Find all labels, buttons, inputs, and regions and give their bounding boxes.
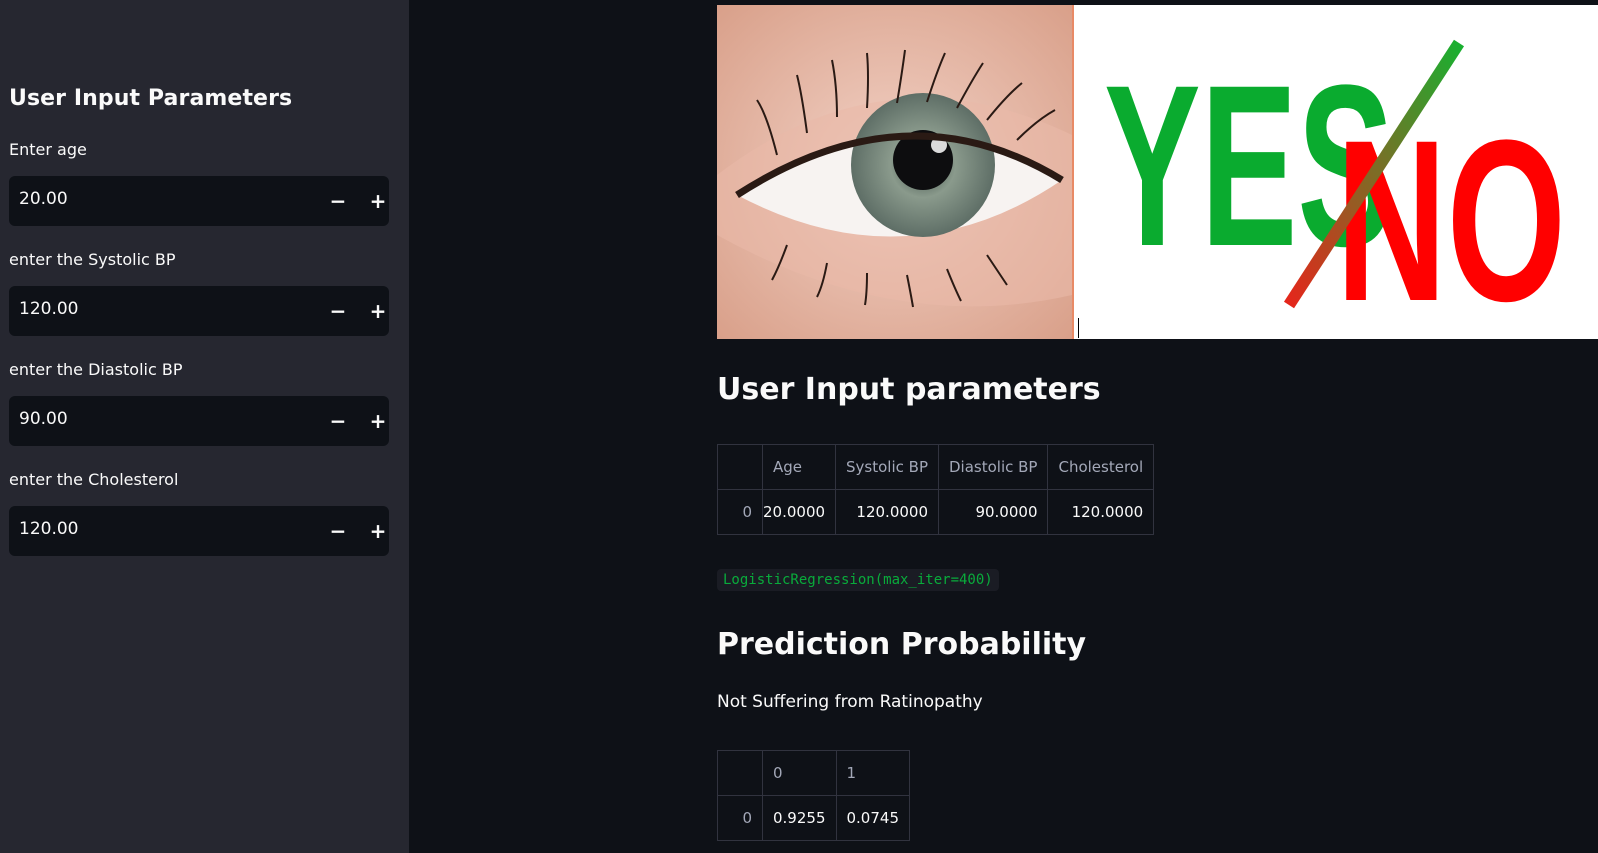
column-header[interactable] (717, 444, 763, 490)
table-cell: 120.0000 (1047, 489, 1155, 535)
cholesterol-number-input[interactable]: 120.00 − + (9, 506, 389, 556)
cholesterol-value[interactable]: 120.00 (19, 519, 78, 539)
diastolic-bp-value[interactable]: 90.00 (19, 409, 68, 429)
age-decrement-button[interactable]: − (319, 176, 357, 226)
systolic-bp-increment-button[interactable]: + (359, 286, 397, 336)
text-cursor (1078, 318, 1079, 338)
eye-illustration (717, 5, 1072, 339)
hero-image: YES NO (717, 5, 1598, 339)
diastolic-bp-number-input[interactable]: 90.00 − + (9, 396, 389, 446)
no-text: NO (1336, 92, 1566, 339)
table-row: 0 20.0000 120.0000 90.0000 120.0000 (717, 489, 1155, 535)
column-header[interactable]: Cholesterol (1047, 444, 1155, 490)
sidebar-title: User Input Parameters (9, 86, 293, 111)
systolic-bp-decrement-button[interactable]: − (319, 286, 357, 336)
table-header-row: Age Systolic BP Diastolic BP Cholesterol (717, 444, 1155, 490)
cholesterol-increment-button[interactable]: + (359, 506, 397, 556)
table-row: 0 0.9255 0.0745 (717, 795, 910, 841)
probability-table: 0 1 0 0.9255 0.0745 (717, 750, 910, 841)
table-cell: 0.0745 (835, 795, 910, 841)
input-params-table: Age Systolic BP Diastolic BP Cholesterol… (717, 444, 1155, 535)
yes-no-graphic: YES NO (1104, 37, 1566, 339)
row-index: 0 (717, 489, 763, 535)
table-cell: 20.0000 (761, 489, 837, 535)
table-cell: 0.9255 (762, 795, 837, 841)
column-header[interactable]: Systolic BP (835, 444, 939, 490)
age-value[interactable]: 20.00 (19, 189, 68, 209)
table-cell: 120.0000 (835, 489, 939, 535)
cholesterol-decrement-button[interactable]: − (319, 506, 357, 556)
prediction-heading: Prediction Probability (717, 627, 1087, 662)
table-cell: 90.0000 (937, 489, 1049, 535)
model-code: LogisticRegression(max_iter=400) (717, 569, 999, 591)
systolic-bp-label: enter the Systolic BP (9, 250, 176, 269)
row-index: 0 (717, 795, 763, 841)
prediction-result-text: Not Suffering from Ratinopathy (717, 692, 983, 712)
age-label: Enter age (9, 140, 87, 159)
age-increment-button[interactable]: + (359, 176, 397, 226)
column-header[interactable]: 1 (835, 750, 910, 796)
table-header-row: 0 1 (717, 750, 910, 796)
diastolic-bp-increment-button[interactable]: + (359, 396, 397, 446)
sidebar: User Input Parameters Enter age 20.00 − … (0, 0, 409, 853)
diastolic-bp-label: enter the Diastolic BP (9, 360, 183, 379)
yes-no-image: YES NO (1074, 5, 1598, 339)
column-header[interactable] (717, 750, 763, 796)
eye-image (717, 5, 1074, 339)
systolic-bp-number-input[interactable]: 120.00 − + (9, 286, 389, 336)
diastolic-bp-decrement-button[interactable]: − (319, 396, 357, 446)
systolic-bp-value[interactable]: 120.00 (19, 299, 78, 319)
column-header[interactable]: 0 (762, 750, 837, 796)
column-header[interactable]: Age (761, 444, 837, 490)
age-number-input[interactable]: 20.00 − + (9, 176, 389, 226)
column-header[interactable]: Diastolic BP (937, 444, 1049, 490)
input-params-heading: User Input parameters (717, 372, 1101, 407)
cholesterol-label: enter the Cholesterol (9, 470, 179, 489)
